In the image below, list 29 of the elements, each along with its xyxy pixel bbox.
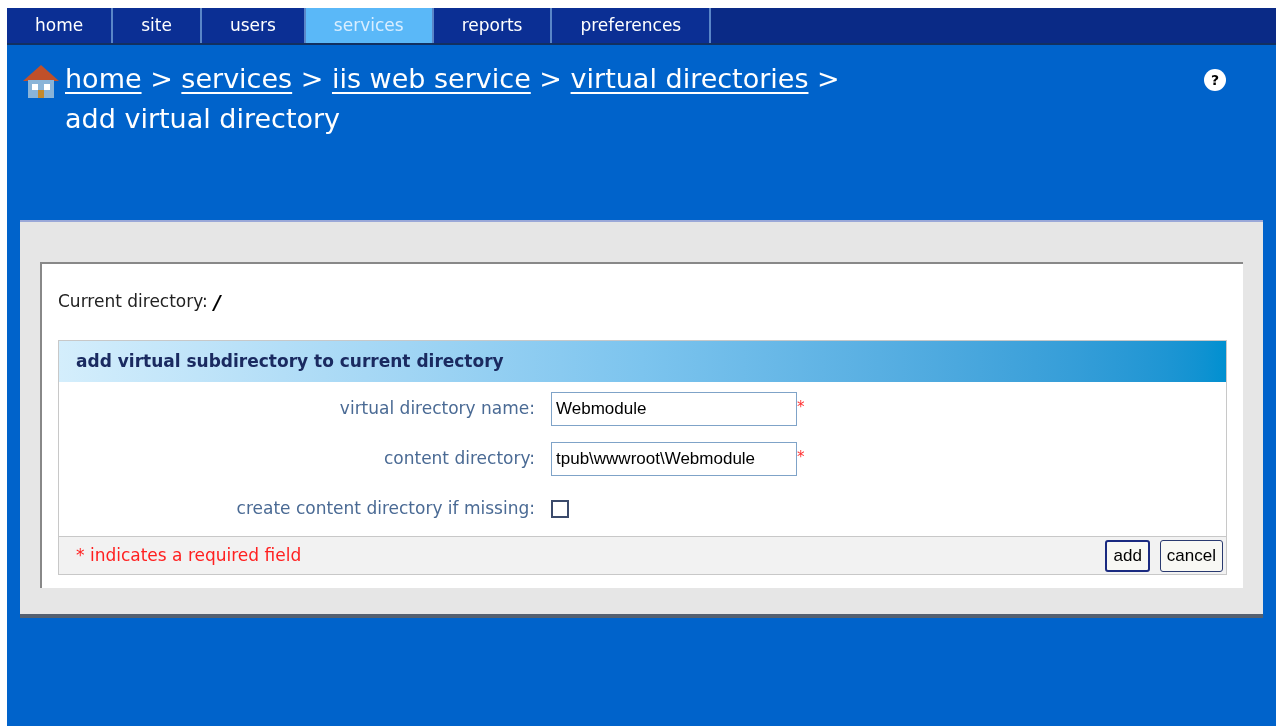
text-field[interactable]: tpub\wwwroot\Webmodule	[551, 442, 797, 476]
text-field[interactable]: Webmodule	[551, 392, 797, 426]
field-label: create content directory if missing:	[236, 497, 535, 521]
breadcrumb-link[interactable]: virtual directories	[570, 63, 809, 94]
field-label: virtual directory name:	[339, 397, 535, 421]
breadcrumb-separator: >	[538, 63, 563, 94]
breadcrumb-link[interactable]: services	[181, 63, 293, 94]
checkbox[interactable]	[551, 500, 569, 518]
current-directory-label: Current directory:	[58, 290, 208, 314]
form-title: add virtual subdirectory to current directory	[76, 349, 504, 373]
help-button[interactable]: ?	[1204, 69, 1226, 91]
current-directory-value: /	[213, 289, 221, 315]
nav-tab[interactable]: preferences	[552, 8, 712, 43]
required-mark: *	[797, 400, 805, 415]
nav-tab[interactable]: site	[113, 8, 202, 43]
nav-tab[interactable]: users	[201, 8, 306, 43]
breadcrumb-separator: >	[299, 63, 325, 94]
nav-tab[interactable]: home	[7, 8, 114, 43]
breadcrumb-link[interactable]: home	[65, 63, 142, 94]
field-label: content directory:	[383, 447, 535, 471]
breadcrumb-current: add virtual directory	[65, 102, 341, 136]
breadcrumb-separator: >	[149, 63, 174, 94]
breadcrumb-link[interactable]: iis web service	[331, 63, 531, 94]
breadcrumb-separator: >	[816, 63, 840, 94]
required-mark: *	[797, 450, 805, 465]
form-button[interactable]: add	[1105, 539, 1150, 572]
nav-tab[interactable]: reports	[433, 8, 553, 43]
form-button[interactable]: cancel	[1159, 539, 1223, 572]
required-note: * indicates a required field	[76, 543, 302, 567]
